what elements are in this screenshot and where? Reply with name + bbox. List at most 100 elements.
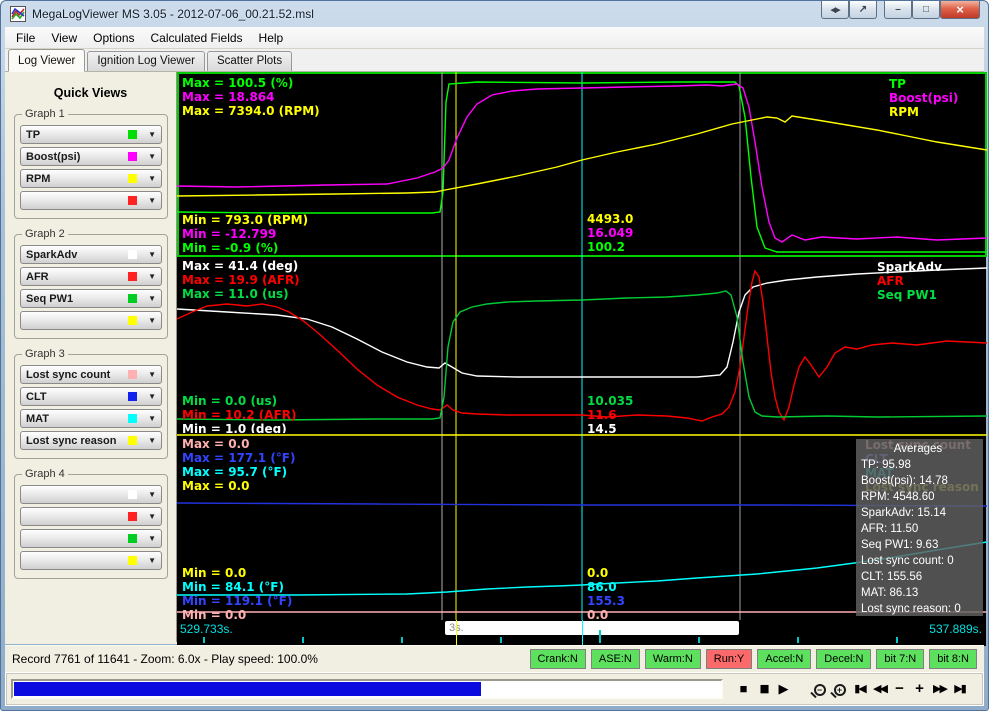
app-icon <box>10 6 26 22</box>
chevron-down-icon: ▼ <box>148 534 156 543</box>
magnifier-icon: − <box>814 684 826 696</box>
group-graph-4: Graph 4▼▼▼▼ <box>14 474 168 579</box>
time-tick <box>401 637 403 643</box>
indicator-crank: Crank:N <box>530 649 586 669</box>
speed-minus-button[interactable]: − <box>891 680 908 698</box>
play-button[interactable]: ▶ <box>775 680 792 698</box>
menu-file[interactable]: File <box>8 28 43 48</box>
channel-name: RPM <box>26 173 128 185</box>
stop-button[interactable]: ■ <box>735 680 752 698</box>
tab-log-viewer[interactable]: Log Viewer <box>8 49 85 72</box>
channel-color-swatch <box>128 370 137 379</box>
graph-4-channel-2-select[interactable]: ▼ <box>20 507 162 526</box>
channel-color-swatch <box>128 196 137 205</box>
skip-end-button[interactable]: ▶▮ <box>951 680 968 698</box>
legend-sparkadv: SparkAdv <box>877 260 942 274</box>
cursor-line-1[interactable] <box>456 620 457 646</box>
group-graph-1: Graph 1TP▼Boost(psi)▼RPM▼▼ <box>14 114 168 219</box>
legend-rpm: RPM <box>889 105 919 119</box>
menu-options[interactable]: Options <box>85 28 142 48</box>
legend-afr: AFR <box>877 274 904 288</box>
zoom-out-button[interactable]: − <box>811 680 828 698</box>
window-title: MegaLogViewer MS 3.05 - 2012-07-06_00.21… <box>32 7 314 21</box>
chart-label: Min = 0.0 <box>182 566 246 580</box>
tab-ignition-log-viewer[interactable]: Ignition Log Viewer <box>87 51 205 71</box>
chart-label: 86.0 <box>587 580 617 594</box>
chart-label: Max = 11.0 (us) <box>182 287 289 301</box>
graph-2-channel-1-select[interactable]: SparkAdv▼ <box>20 245 162 264</box>
graph-2-svg: Max = 41.4 (deg)Max = 19.9 (AFR)Max = 11… <box>177 257 987 433</box>
title-bar: MegaLogViewer MS 3.05 - 2012-07-06_00.21… <box>1 1 988 27</box>
chevron-down-icon: ▼ <box>148 152 156 161</box>
graph-2-channel-4-select[interactable]: ▼ <box>20 311 162 330</box>
chart-label: Max = 41.4 (deg) <box>182 259 298 273</box>
cursor-line-2[interactable] <box>582 620 583 646</box>
legend-seq-pw1: Seq PW1 <box>877 288 937 302</box>
channel-name: Lost sync count <box>26 369 128 381</box>
app-window: MegaLogViewer MS 3.05 - 2012-07-06_00.21… <box>0 0 989 711</box>
averages-line: CLT: 155.56 <box>861 569 983 585</box>
graph-1-channel-2-select[interactable]: Boost(psi)▼ <box>20 147 162 166</box>
chart-label: Min = 793.0 (RPM) <box>182 213 308 227</box>
graph-4-channel-1-select[interactable]: ▼ <box>20 485 162 504</box>
averages-line: Lost sync reason: 0 <box>861 601 983 617</box>
channel-color-swatch <box>128 250 137 259</box>
chart-label: Min = 84.1 (°F) <box>182 580 284 594</box>
channel-name: Lost sync reason <box>26 435 128 447</box>
tab-scatter-plots[interactable]: Scatter Plots <box>207 51 292 71</box>
maximize-button[interactable]: □ <box>912 1 940 19</box>
graph-1-channel-4-select[interactable]: ▼ <box>20 191 162 210</box>
time-tick <box>797 637 799 643</box>
channel-name: Seq PW1 <box>26 293 128 305</box>
progress-bar[interactable] <box>11 679 723 699</box>
close-button[interactable]: × <box>940 1 980 19</box>
nav-arrows-button[interactable]: ◀▶ <box>821 1 849 19</box>
fast-forward-button[interactable]: ▶▶ <box>931 680 948 698</box>
tab-bar: Log ViewerIgnition Log ViewerScatter Plo… <box>5 49 984 72</box>
time-tick <box>302 637 304 643</box>
speed-plus-button[interactable]: + <box>911 680 928 698</box>
channel-color-swatch <box>128 130 137 139</box>
graph-3-channel-3-select[interactable]: MAT▼ <box>20 409 162 428</box>
channel-name: CLT <box>26 391 128 403</box>
graph-3-channel-4-select[interactable]: Lost sync reason▼ <box>20 431 162 450</box>
record-status: Record 7761 of 11641 - Zoom: 6.0x - Play… <box>12 652 530 666</box>
chart-label: Max = 177.1 (°F) <box>182 451 296 465</box>
chart-label: Max = 19.9 (AFR) <box>182 273 300 287</box>
chart-label: 14.5 <box>587 422 617 433</box>
menu-help[interactable]: Help <box>251 28 292 48</box>
indicator-ase: ASE:N <box>591 649 640 669</box>
graph-2-channel-3-select[interactable]: Seq PW1▼ <box>20 289 162 308</box>
graph-4-channel-3-select[interactable]: ▼ <box>20 529 162 548</box>
chevron-down-icon: ▼ <box>148 196 156 205</box>
window-controls: ◀▶↗–□× <box>821 1 980 19</box>
graph-1: Max = 100.5 (%)Max = 18.864Max = 7394.0 … <box>177 72 986 257</box>
graph-3-channel-2-select[interactable]: CLT▼ <box>20 387 162 406</box>
rewind-button[interactable]: ◀◀ <box>871 680 888 698</box>
group-label: Graph 3 <box>22 348 68 360</box>
group-label: Graph 1 <box>22 108 68 120</box>
channel-color-swatch <box>128 490 137 499</box>
menu-view[interactable]: View <box>43 28 85 48</box>
indicator-bit-7: bit 7:N <box>876 649 924 669</box>
group-graph-2: Graph 2SparkAdv▼AFR▼Seq PW1▼▼ <box>14 234 168 339</box>
pause-button[interactable]: ▮▮ <box>755 680 772 698</box>
graph-2: Max = 41.4 (deg)Max = 19.9 (AFR)Max = 11… <box>177 257 986 433</box>
chart-label: 11.6 <box>587 408 617 422</box>
channel-name: AFR <box>26 271 128 283</box>
undock-button[interactable]: ↗ <box>849 1 877 19</box>
graph-2-channel-2-select[interactable]: AFR▼ <box>20 267 162 286</box>
channel-color-swatch <box>128 272 137 281</box>
graph-4-channel-4-select[interactable]: ▼ <box>20 551 162 570</box>
minimize-button[interactable]: – <box>884 1 912 19</box>
skip-start-button[interactable]: ▮◀ <box>851 680 868 698</box>
status-indicators: Crank:NASE:NWarm:NRun:YAccel:NDecel:Nbit… <box>530 649 977 669</box>
chart-label: Max = 0.0 <box>182 479 249 493</box>
time-scrollbar-thumb[interactable]: 3s. <box>445 621 739 635</box>
graph-1-channel-1-select[interactable]: TP▼ <box>20 125 162 144</box>
graph-1-channel-3-select[interactable]: RPM▼ <box>20 169 162 188</box>
quick-views: Graph 1TP▼Boost(psi)▼RPM▼▼Graph 2SparkAd… <box>5 114 176 579</box>
menu-calculated-fields[interactable]: Calculated Fields <box>143 28 251 48</box>
graph-3-channel-1-select[interactable]: Lost sync count▼ <box>20 365 162 384</box>
zoom-in-button[interactable]: + <box>831 680 848 698</box>
